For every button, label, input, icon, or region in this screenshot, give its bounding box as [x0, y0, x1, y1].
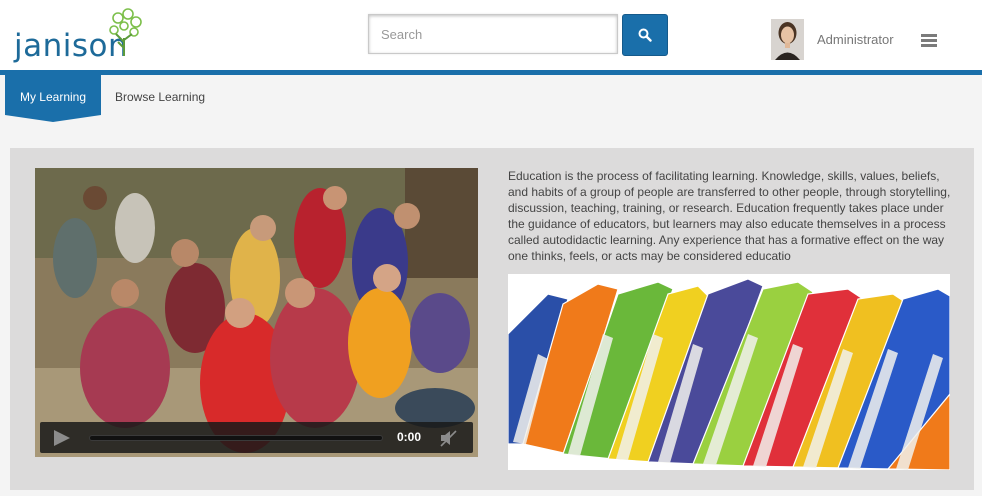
books-image [508, 274, 950, 470]
logo-tree-icon [109, 8, 142, 56]
tab-my-learning[interactable]: My Learning [5, 75, 101, 122]
avatar-photo [771, 19, 804, 60]
video-progress-bar[interactable] [89, 435, 383, 441]
search-button[interactable] [622, 14, 668, 56]
janison-logo[interactable]: janison [12, 8, 147, 68]
course-description: Education is the process of facilitating… [508, 169, 951, 263]
tab-label: Browse Learning [115, 90, 206, 104]
search-icon [638, 28, 652, 42]
header-divider [0, 70, 982, 75]
tab-label: My Learning [19, 90, 87, 104]
user-name[interactable]: Administrator [817, 32, 894, 47]
search-input[interactable] [368, 14, 618, 54]
play-icon[interactable] [54, 430, 70, 446]
user-avatar[interactable] [771, 19, 804, 60]
mute-icon[interactable] [438, 428, 458, 448]
books-photo [508, 274, 950, 470]
hamburger-menu-icon[interactable] [921, 34, 937, 48]
tab-browse-learning[interactable]: Browse Learning [115, 90, 205, 104]
video-controls: 0:00 [40, 422, 473, 453]
video-player[interactable]: 0:00 [35, 168, 478, 457]
video-time: 0:00 [397, 430, 422, 444]
video-poster-image [35, 168, 478, 457]
